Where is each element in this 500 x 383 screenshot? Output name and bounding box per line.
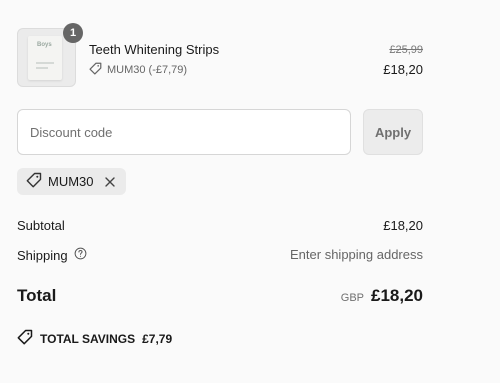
shipping-label-row: Shipping xyxy=(17,247,87,263)
savings-label: TOTAL SAVINGS xyxy=(40,331,136,346)
original-price: £25,99 xyxy=(389,44,423,56)
total-value: £18,20 xyxy=(371,286,423,305)
subtotal-value: £18,20 xyxy=(383,218,423,233)
apply-button[interactable]: Apply xyxy=(363,109,423,155)
tag-icon xyxy=(26,172,42,191)
currency-code: GBP xyxy=(340,292,364,304)
product-box-stripe xyxy=(36,62,54,64)
product-image: Boys xyxy=(28,36,62,80)
help-icon[interactable] xyxy=(74,247,87,263)
product-price: £18,20 xyxy=(383,62,423,77)
product-box-stripe xyxy=(36,67,48,69)
product-discount: MUM30 (-£7,79) xyxy=(89,62,187,78)
product-name: Teeth Whitening Strips xyxy=(89,42,220,57)
close-icon[interactable] xyxy=(104,176,116,188)
subtotal-label: Subtotal xyxy=(17,218,65,233)
savings-value: £7,79 xyxy=(142,331,173,346)
total-savings: TOTAL SAVINGS £7,79 xyxy=(17,329,172,348)
product-box-brand: Boys xyxy=(37,42,52,48)
total-label: Total xyxy=(17,286,57,305)
applied-discount-code: MUM30 xyxy=(48,174,94,189)
tag-icon xyxy=(17,329,33,348)
applied-discount-chip: MUM30 xyxy=(17,168,126,195)
quantity-badge: 1 xyxy=(63,23,83,43)
tag-icon xyxy=(89,62,102,78)
product-discount-label: MUM30 (-£7,79) xyxy=(107,64,188,76)
shipping-value: Enter shipping address xyxy=(290,247,423,262)
discount-code-input[interactable] xyxy=(17,109,351,155)
shipping-label: Shipping xyxy=(17,247,68,263)
total-amount: GBP £18,20 xyxy=(341,286,423,306)
